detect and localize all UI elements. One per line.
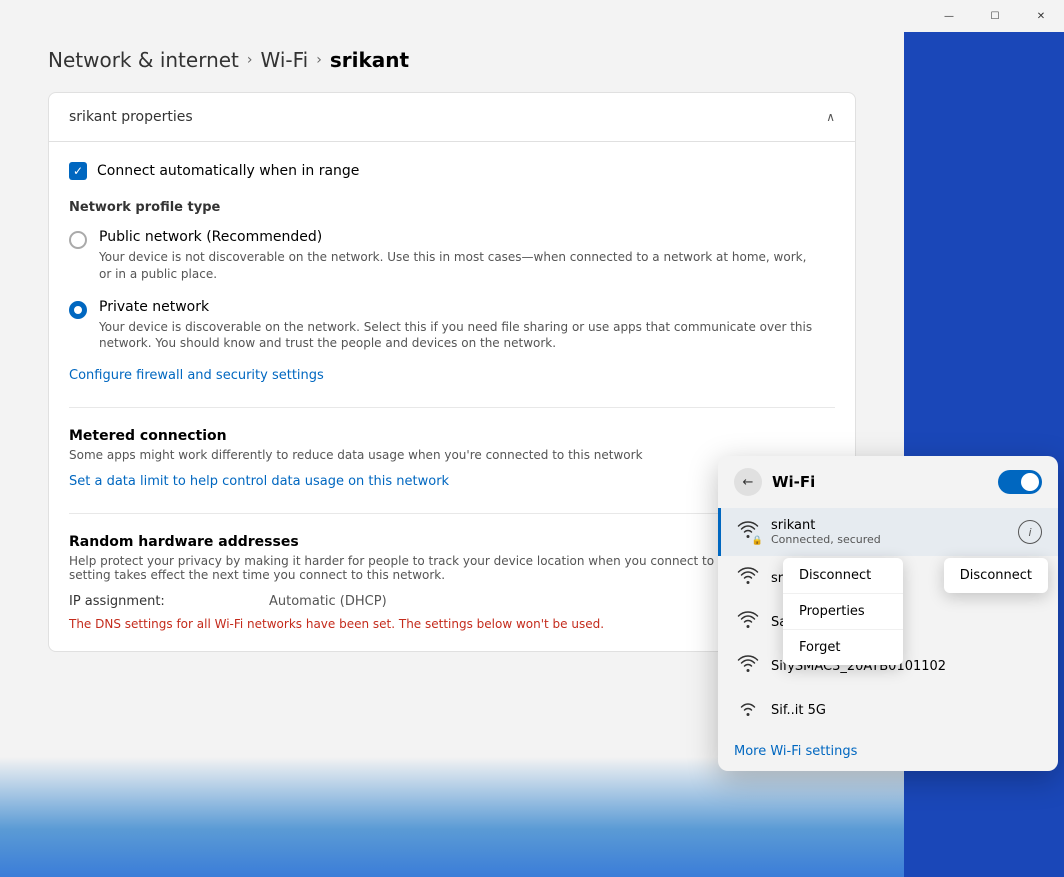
card-header[interactable]: srikant properties ∧	[49, 93, 855, 142]
wifi-signal-icon-satyajit	[737, 610, 759, 634]
private-network-title: Private network	[99, 299, 819, 315]
private-network-desc: Your device is discoverable on the netwo…	[99, 319, 819, 353]
breadcrumb-sep-2: ›	[316, 52, 322, 68]
wifi-srikant-status: Connected, secured	[771, 533, 1006, 546]
auto-connect-checkbox[interactable]	[69, 162, 87, 180]
bottom-gradient	[0, 757, 904, 877]
metered-title: Metered connection	[69, 428, 835, 444]
maximize-button[interactable]: ☐	[972, 0, 1018, 32]
context-menu: Disconnect Properties Forget	[783, 558, 903, 665]
wifi-network-srikant[interactable]: 🔒 srikant Connected, secured i Disconnec…	[718, 508, 1058, 556]
wifi-network-sif5g-text: Sif..it 5G	[771, 703, 1042, 718]
breadcrumb-sep-1: ›	[247, 52, 253, 68]
private-network-option[interactable]: Private network Your device is discovera…	[69, 299, 835, 353]
wifi-flyout-header: ← Wi-Fi	[718, 456, 1058, 508]
firewall-link[interactable]: Configure firewall and security settings	[69, 368, 835, 383]
wifi-network-srikant-text: srikant Connected, secured	[771, 518, 1006, 546]
breadcrumb: Network & internet › Wi-Fi › srikant	[0, 0, 904, 92]
wifi-signal-icon-sify	[737, 654, 759, 678]
wifi-srikant-name: srikant	[771, 518, 1006, 533]
auto-connect-row[interactable]: Connect automatically when in range	[69, 162, 835, 180]
wifi-signal-icon-sif5g	[737, 698, 759, 722]
network-profile-label: Network profile type	[69, 200, 835, 215]
wifi-lock-icon: 🔒	[752, 536, 763, 546]
divider-1	[69, 407, 835, 408]
wifi-flyout-title: Wi-Fi	[772, 473, 815, 491]
private-network-radio[interactable]	[69, 301, 87, 319]
breadcrumb-current: srikant	[330, 48, 409, 72]
wifi-toggle[interactable]	[998, 470, 1042, 494]
wifi-signal-icon-sri	[737, 566, 759, 590]
public-network-desc: Your device is not discoverable on the n…	[99, 249, 819, 283]
private-network-text: Private network Your device is discovera…	[99, 299, 819, 353]
chevron-up-icon: ∧	[826, 110, 835, 124]
public-network-title: Public network (Recommended)	[99, 229, 819, 245]
context-forget[interactable]: Forget	[783, 630, 903, 665]
public-network-option[interactable]: Public network (Recommended) Your device…	[69, 229, 835, 283]
wifi-header-left: ← Wi-Fi	[734, 468, 815, 496]
context-properties[interactable]: Properties	[783, 594, 903, 630]
wifi-back-button[interactable]: ←	[734, 468, 762, 496]
breadcrumb-link-wifi[interactable]: Wi-Fi	[261, 48, 309, 72]
close-button[interactable]: ✕	[1018, 0, 1064, 32]
wifi-srikant-info-button[interactable]: i	[1018, 520, 1042, 544]
public-network-radio[interactable]	[69, 231, 87, 249]
card-header-title: srikant properties	[69, 109, 193, 125]
context-disconnect[interactable]: Disconnect	[783, 558, 903, 594]
public-network-text: Public network (Recommended) Your device…	[99, 229, 819, 283]
ip-value: Automatic (DHCP)	[269, 594, 387, 609]
wifi-sif5g-name: Sif..it 5G	[771, 703, 1042, 718]
wifi-flyout: ← Wi-Fi 🔒 srikant Connected, secured i D…	[718, 456, 1058, 771]
wifi-more-settings-link[interactable]: More Wi-Fi settings	[718, 732, 1058, 771]
ip-key: IP assignment:	[69, 594, 229, 609]
disconnect-pill-button[interactable]: Disconnect	[944, 558, 1048, 593]
minimize-button[interactable]: —	[926, 0, 972, 32]
wifi-network-sif5g[interactable]: Sif..it 5G	[718, 688, 1058, 732]
auto-connect-label: Connect automatically when in range	[97, 163, 359, 179]
wifi-signal-icon-srikant: 🔒	[737, 520, 759, 544]
breadcrumb-link-network[interactable]: Network & internet	[48, 48, 239, 72]
